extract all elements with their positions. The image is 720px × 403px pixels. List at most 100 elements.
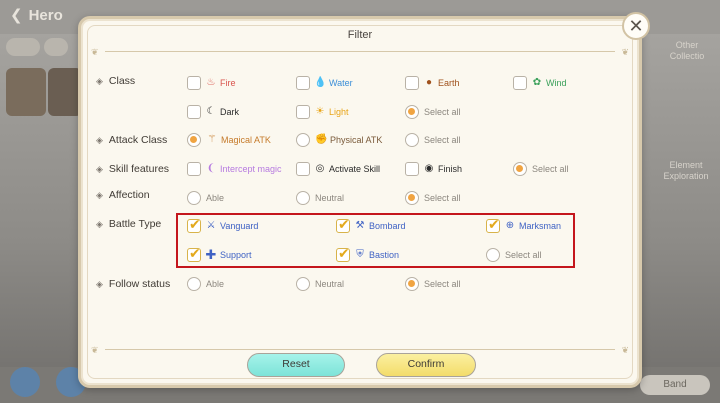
- radio[interactable]: [296, 277, 310, 291]
- option-earth[interactable]: ● Earth: [405, 75, 460, 91]
- fire-icon: ♨: [206, 77, 216, 88]
- radio-selected[interactable]: [405, 277, 419, 291]
- background-chip: [6, 38, 40, 56]
- radio[interactable]: [486, 248, 500, 262]
- background-round-button: [10, 367, 40, 397]
- option-affection-able[interactable]: Able: [187, 190, 224, 206]
- option-wind[interactable]: ✿ Wind: [513, 75, 567, 91]
- option-activate-skill[interactable]: ◎ Activate Skill: [296, 161, 380, 177]
- row-label-skill-features: ◈ Skill features: [96, 163, 170, 175]
- background-hero-card: [6, 68, 46, 116]
- radio[interactable]: [187, 277, 201, 291]
- row-label-attack-class: ◈ Attack Class: [96, 134, 168, 146]
- option-follow-select-all[interactable]: Select all: [405, 276, 461, 292]
- checkbox-checked[interactable]: [187, 245, 201, 262]
- divider-ornament-icon: ❦: [621, 47, 629, 57]
- target-ring-icon: ◎: [315, 163, 325, 174]
- option-follow-neutral[interactable]: Neutral: [296, 276, 344, 292]
- option-finish[interactable]: ◉ Finish: [405, 161, 462, 177]
- top-divider: ❦ ❦: [91, 47, 629, 57]
- filter-dialog: Filter ❦ ❦ ❦ ❦: [78, 16, 642, 388]
- earth-icon: ●: [425, 77, 433, 88]
- arc-icon: ❨: [206, 163, 216, 174]
- checkbox[interactable]: [187, 105, 201, 119]
- radio[interactable]: [296, 191, 310, 205]
- checkbox[interactable]: [296, 105, 310, 119]
- crosshair-icon: ⊕: [505, 220, 515, 231]
- option-dark[interactable]: ☾ Dark: [187, 104, 239, 120]
- checkbox-checked[interactable]: [336, 216, 350, 233]
- option-affection-select-all[interactable]: Select all: [405, 190, 461, 206]
- option-class-select-all[interactable]: Select all: [405, 104, 461, 120]
- radio[interactable]: [187, 191, 201, 205]
- option-magical-atk[interactable]: ⚚ Magical ATK: [187, 132, 271, 148]
- option-support[interactable]: ✚Support: [187, 245, 252, 263]
- background-band-button: Band: [640, 375, 710, 395]
- option-water[interactable]: 💧 Water: [296, 75, 353, 91]
- radio[interactable]: [296, 133, 310, 147]
- vortex-icon: ◉: [424, 163, 434, 174]
- background-hero-card: [48, 68, 82, 116]
- option-light[interactable]: ☀ Light: [296, 104, 349, 120]
- checkbox-checked[interactable]: [336, 245, 350, 262]
- dialog-title: Filter: [347, 29, 373, 41]
- water-drop-icon: 💧: [314, 77, 327, 88]
- diamond-bullet-icon: ◈: [96, 279, 103, 289]
- row-label-battle-type: ◈ Battle Type: [96, 218, 162, 230]
- divider-ornament-icon: ❦: [91, 345, 99, 355]
- radio[interactable]: [405, 133, 419, 147]
- reset-button[interactable]: Reset: [247, 353, 345, 377]
- option-attack-select-all[interactable]: Select all: [405, 132, 461, 148]
- checkbox[interactable]: [296, 76, 310, 90]
- staff-icon: ⚚: [207, 134, 217, 145]
- background-chip: [44, 38, 68, 56]
- checkbox-checked[interactable]: [486, 216, 500, 233]
- background-title-text: Hero: [28, 7, 63, 24]
- diamond-bullet-icon: ◈: [96, 164, 103, 174]
- divider-ornament-icon: ❦: [621, 345, 629, 355]
- checkbox[interactable]: [296, 162, 310, 176]
- option-intercept-magic[interactable]: ❨ Intercept magic: [187, 161, 282, 177]
- sword-icon: ⚔: [206, 220, 216, 231]
- diamond-bullet-icon: ◈: [96, 190, 103, 200]
- moon-icon: ☾: [206, 106, 216, 117]
- diamond-bullet-icon: ◈: [96, 135, 103, 145]
- diamond-bullet-icon: ◈: [96, 219, 103, 229]
- bombard-icon: ⚒: [355, 220, 365, 231]
- checkbox[interactable]: [187, 76, 201, 90]
- option-marksman[interactable]: ⊕Marksman: [486, 216, 561, 234]
- radio-selected[interactable]: [187, 133, 201, 147]
- bottom-divider: ❦ ❦: [91, 345, 629, 355]
- background-other-label: Other Collectio: [669, 40, 705, 61]
- checkbox[interactable]: [513, 76, 527, 90]
- row-label-follow-status: ◈ Follow status: [96, 278, 171, 290]
- option-bastion[interactable]: ⛨Bastion: [336, 245, 399, 263]
- shield-icon: ⛨: [356, 249, 364, 260]
- checkbox[interactable]: [187, 162, 201, 176]
- row-label-class: ◈ Class: [96, 75, 136, 87]
- checkbox[interactable]: [405, 162, 419, 176]
- option-battle-select-all[interactable]: Select all: [486, 247, 542, 263]
- option-fire[interactable]: ♨ Fire: [187, 75, 236, 91]
- radio-selected[interactable]: [405, 105, 419, 119]
- confirm-button[interactable]: Confirm: [376, 353, 476, 377]
- background-exploration-label: Element Exploration: [663, 160, 709, 181]
- back-chevron-icon: ❮: [10, 7, 23, 24]
- wind-icon: ✿: [532, 77, 542, 88]
- background-title: ❮ Hero: [10, 6, 63, 24]
- sun-icon: ☀: [315, 106, 325, 117]
- radio-selected[interactable]: [405, 191, 419, 205]
- option-follow-able[interactable]: Able: [187, 276, 224, 292]
- option-skill-select-all[interactable]: Select all: [513, 161, 569, 177]
- option-vanguard[interactable]: ⚔Vanguard: [187, 216, 258, 234]
- fist-icon: ✊: [315, 134, 328, 145]
- option-affection-neutral[interactable]: Neutral: [296, 190, 344, 206]
- option-physical-atk[interactable]: ✊ Physical ATK: [296, 132, 382, 148]
- diamond-bullet-icon: ◈: [96, 76, 103, 86]
- radio-selected[interactable]: [513, 162, 527, 176]
- close-button[interactable]: ✕: [622, 12, 650, 40]
- checkbox-checked[interactable]: [187, 216, 201, 233]
- option-bombard[interactable]: ⚒Bombard: [336, 216, 406, 234]
- plus-icon: ✚: [205, 247, 217, 262]
- checkbox[interactable]: [405, 76, 419, 90]
